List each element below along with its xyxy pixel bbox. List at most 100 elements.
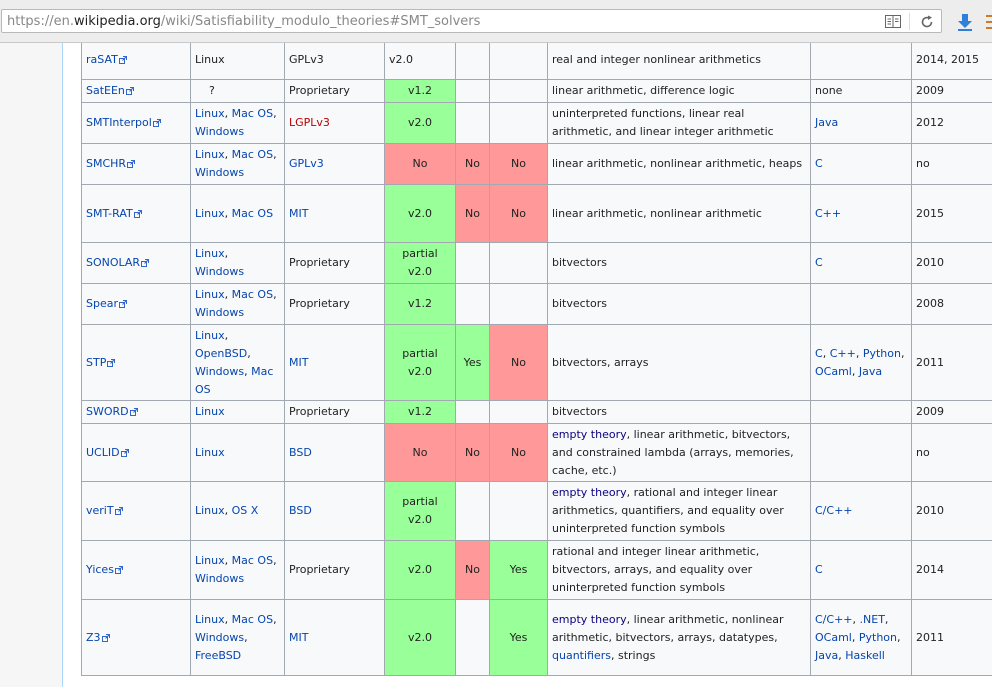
- os-link[interactable]: Mac OS: [232, 207, 273, 220]
- year-cell: 2011: [911, 324, 992, 401]
- solver-name-link[interactable]: Yices: [86, 563, 114, 576]
- os-link[interactable]: Linux: [195, 148, 225, 161]
- solver-name-link[interactable]: raSAT: [86, 53, 118, 66]
- reader-view-icon[interactable]: [885, 15, 901, 28]
- os-link[interactable]: Mac OS: [232, 148, 273, 161]
- api-link[interactable]: C/C++: [815, 613, 853, 626]
- year-cell: 2014, 2015: [911, 43, 992, 80]
- solver-name-link[interactable]: STP: [86, 356, 106, 369]
- reload-icon[interactable]: [919, 14, 935, 30]
- license-text[interactable]: BSD: [289, 446, 312, 459]
- api-cell: Java: [810, 102, 912, 144]
- theories-text: real and integer nonlinear arithmetics: [552, 52, 761, 66]
- api-link[interactable]: Python: [863, 347, 901, 360]
- api-link[interactable]: Java: [815, 649, 838, 662]
- os-link[interactable]: Mac OS: [232, 107, 273, 120]
- os-link[interactable]: Linux: [195, 207, 225, 220]
- feature-cell: [455, 481, 490, 541]
- theories-text: , strings: [611, 648, 656, 662]
- os-link[interactable]: Linux: [195, 405, 225, 418]
- os-link[interactable]: Windows: [195, 265, 244, 278]
- api-text: ,: [852, 612, 860, 626]
- theories-cell: bitvectors: [547, 400, 811, 424]
- theory-link[interactable]: empty theory: [552, 486, 627, 499]
- theories-text: rational and integer linear arithmetic, …: [552, 545, 760, 594]
- os-link[interactable]: Mac OS: [232, 613, 273, 626]
- os-text: ,: [224, 107, 232, 120]
- theory-link[interactable]: quantifiers: [552, 649, 611, 662]
- api-link[interactable]: C++: [830, 347, 856, 360]
- license-text[interactable]: MIT: [289, 356, 308, 369]
- os-link[interactable]: Linux: [195, 446, 225, 459]
- os-link[interactable]: Linux: [195, 504, 225, 517]
- api-cell: C, C++, Python, OCaml, Java: [810, 324, 912, 401]
- api-link[interactable]: C: [815, 563, 823, 576]
- os-link[interactable]: Mac OS: [232, 288, 273, 301]
- theories-cell: empty theory, rational and integer linea…: [547, 481, 811, 541]
- solver-name-link[interactable]: SMT-RAT: [86, 207, 133, 220]
- solver-name-link[interactable]: SONOLAR: [86, 256, 140, 269]
- os-link[interactable]: Windows: [195, 572, 244, 585]
- os-link[interactable]: Linux: [195, 554, 225, 567]
- solver-name-cell: SMTInterpol: [81, 102, 191, 144]
- os-link[interactable]: Windows: [195, 631, 244, 644]
- api-link[interactable]: .NET: [860, 613, 885, 626]
- os-cell: Linux: [190, 400, 285, 424]
- api-link[interactable]: OCaml: [815, 365, 852, 378]
- api-link[interactable]: C++: [815, 207, 841, 220]
- api-link[interactable]: Java: [859, 365, 882, 378]
- api-text: ,: [851, 630, 859, 644]
- url-prefix: https://en.: [7, 14, 74, 29]
- solver-name-link[interactable]: Spear: [86, 297, 118, 310]
- api-link[interactable]: C: [815, 256, 823, 269]
- solver-name-link[interactable]: SMTInterpol: [86, 116, 152, 129]
- solver-name-cell: UCLID: [81, 423, 191, 482]
- solver-name-link[interactable]: SMCHR: [86, 157, 126, 170]
- api-cell: [810, 400, 912, 424]
- os-link[interactable]: Windows: [195, 166, 244, 179]
- os-link[interactable]: Windows: [195, 365, 244, 378]
- os-link[interactable]: Mac OS: [232, 554, 273, 567]
- smtlib-cell: v2.0: [384, 43, 456, 80]
- os-link[interactable]: Linux: [195, 247, 225, 260]
- os-link[interactable]: Windows: [195, 125, 244, 138]
- license-text[interactable]: MIT: [289, 631, 308, 644]
- api-link[interactable]: C: [815, 347, 823, 360]
- os-cell: Linux, Mac OS, Windows: [190, 143, 285, 185]
- os-link[interactable]: Linux: [195, 329, 225, 342]
- os-link[interactable]: OS X: [232, 504, 259, 517]
- os-link[interactable]: Linux: [195, 613, 225, 626]
- os-link[interactable]: Windows: [195, 306, 244, 319]
- api-link[interactable]: C/C++: [815, 504, 853, 517]
- api-link[interactable]: Java: [815, 116, 838, 129]
- solver-name-link[interactable]: Z3: [86, 631, 101, 644]
- os-cell: Linux, Mac OS, Windows: [190, 102, 285, 144]
- api-link[interactable]: C: [815, 157, 823, 170]
- solver-name-link[interactable]: veriT: [86, 504, 114, 517]
- api-link[interactable]: OCaml: [815, 631, 852, 644]
- os-link[interactable]: FreeBSD: [195, 649, 241, 662]
- solver-name-link[interactable]: SWORD: [86, 405, 129, 418]
- solver-name-cell: veriT: [81, 481, 191, 541]
- os-link[interactable]: Linux: [195, 107, 225, 120]
- os-link[interactable]: Linux: [195, 288, 225, 301]
- license-text[interactable]: BSD: [289, 504, 312, 517]
- license-text[interactable]: MIT: [289, 207, 308, 220]
- solver-name-link[interactable]: UCLID: [86, 446, 120, 459]
- url-text[interactable]: https://en.wikipedia.org/wiki/Satisfiabi…: [7, 14, 480, 29]
- download-arrow-icon[interactable]: [956, 13, 974, 31]
- api-cell: none: [810, 79, 912, 103]
- address-bar[interactable]: https://en.wikipedia.org/wiki/Satisfiabi…: [1, 9, 942, 33]
- license-text[interactable]: GPLv3: [289, 157, 324, 170]
- api-link[interactable]: Haskell: [845, 649, 885, 662]
- solver-name-cell: SONOLAR: [81, 242, 191, 284]
- license-text[interactable]: LGPLv3: [289, 116, 330, 129]
- smtlib-cell: v2.0: [384, 599, 456, 676]
- theory-link[interactable]: empty theory: [552, 613, 627, 626]
- os-link[interactable]: OpenBSD: [195, 347, 247, 360]
- api-link[interactable]: Python: [859, 631, 897, 644]
- theory-link[interactable]: empty theory: [552, 428, 627, 441]
- solver-name-link[interactable]: SatEEn: [86, 84, 125, 97]
- license-cell: LGPLv3: [284, 102, 385, 144]
- overflow-menu-icon[interactable]: [984, 14, 992, 30]
